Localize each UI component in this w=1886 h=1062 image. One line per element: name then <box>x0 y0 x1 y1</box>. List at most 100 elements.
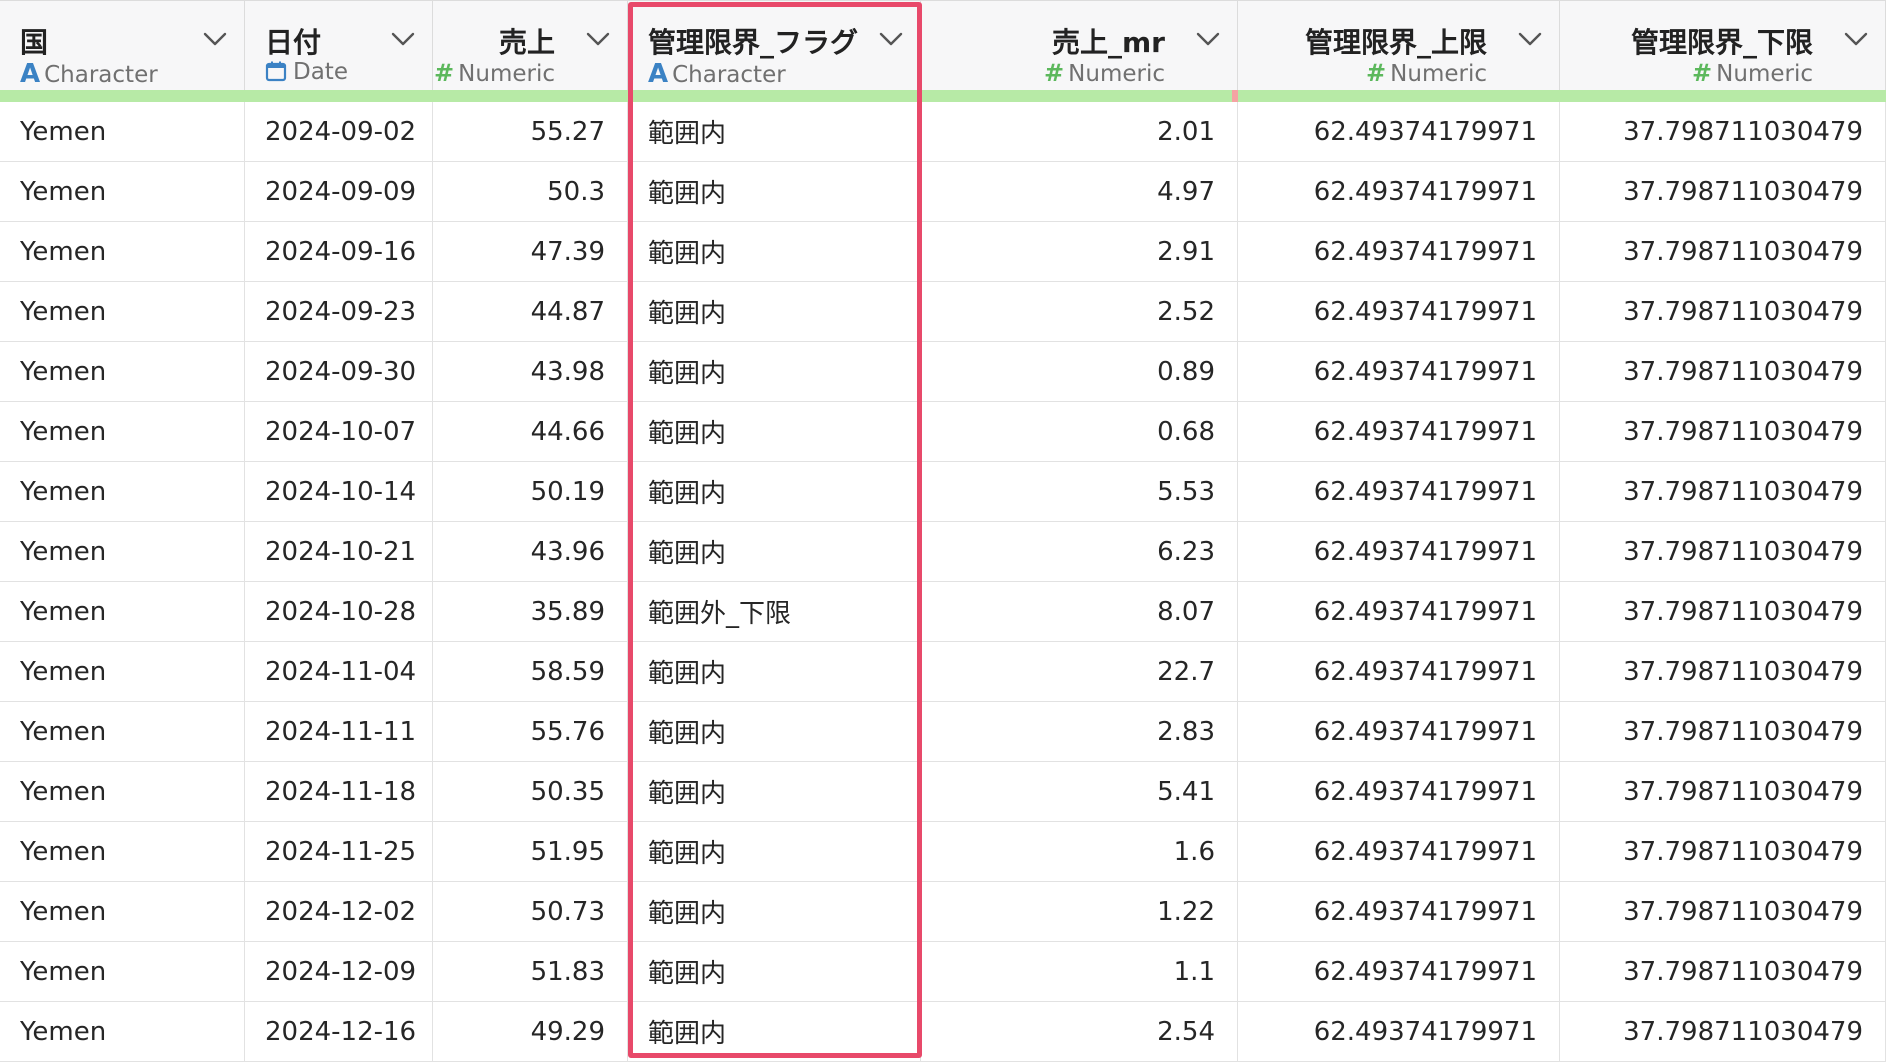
table-cell[interactable]: 37.798711030479 <box>1560 162 1886 221</box>
table-cell[interactable]: 2.52 <box>921 282 1238 341</box>
table-cell[interactable]: 2024-09-30 <box>245 342 433 401</box>
table-cell[interactable]: Yemen <box>0 642 245 701</box>
table-cell[interactable]: 37.798711030479 <box>1560 462 1886 521</box>
table-cell[interactable]: 0.68 <box>921 402 1238 461</box>
table-cell[interactable]: 範囲内 <box>628 822 921 881</box>
table-cell[interactable]: 範囲内 <box>628 882 921 941</box>
table-cell[interactable]: 2024-11-18 <box>245 762 433 821</box>
table-cell[interactable]: 37.798711030479 <box>1560 282 1886 341</box>
column-header-3[interactable]: 管理限界_フラグ A Character <box>628 1 921 90</box>
column-header-6[interactable]: 管理限界_下限 # Numeric <box>1560 1 1886 90</box>
table-cell[interactable]: Yemen <box>0 822 245 881</box>
table-cell[interactable]: 2024-09-02 <box>245 102 433 161</box>
chevron-down-icon[interactable] <box>585 29 611 49</box>
table-cell[interactable]: 5.53 <box>921 462 1238 521</box>
table-cell[interactable]: 62.49374179971 <box>1238 1002 1560 1061</box>
table-cell[interactable]: 50.73 <box>433 882 628 941</box>
table-cell[interactable]: Yemen <box>0 582 245 641</box>
table-cell[interactable]: Yemen <box>0 522 245 581</box>
table-cell[interactable]: Yemen <box>0 102 245 161</box>
table-cell[interactable]: 1.22 <box>921 882 1238 941</box>
table-cell[interactable]: Yemen <box>0 1002 245 1061</box>
table-cell[interactable]: 2024-10-21 <box>245 522 433 581</box>
table-cell[interactable]: 62.49374179971 <box>1238 102 1560 161</box>
table-cell[interactable]: 2024-11-25 <box>245 822 433 881</box>
table-cell[interactable]: 37.798711030479 <box>1560 582 1886 641</box>
table-cell[interactable]: 範囲内 <box>628 162 921 221</box>
table-cell[interactable]: 範囲外_下限 <box>628 582 921 641</box>
column-header-5[interactable]: 管理限界_上限 # Numeric <box>1238 1 1560 90</box>
table-cell[interactable]: 37.798711030479 <box>1560 822 1886 881</box>
table-cell[interactable]: 51.95 <box>433 822 628 881</box>
table-cell[interactable]: 範囲内 <box>628 342 921 401</box>
table-cell[interactable]: 2024-12-09 <box>245 942 433 1001</box>
table-cell[interactable]: 37.798711030479 <box>1560 642 1886 701</box>
table-cell[interactable]: 50.19 <box>433 462 628 521</box>
table-cell[interactable]: 範囲内 <box>628 402 921 461</box>
table-cell[interactable]: 62.49374179971 <box>1238 282 1560 341</box>
table-cell[interactable]: 44.87 <box>433 282 628 341</box>
table-cell[interactable]: 37.798711030479 <box>1560 882 1886 941</box>
table-cell[interactable]: 5.41 <box>921 762 1238 821</box>
table-cell[interactable]: 49.29 <box>433 1002 628 1061</box>
table-cell[interactable]: 62.49374179971 <box>1238 582 1560 641</box>
table-cell[interactable]: Yemen <box>0 702 245 761</box>
chevron-down-icon[interactable] <box>390 29 416 49</box>
table-cell[interactable]: 2024-12-16 <box>245 1002 433 1061</box>
table-cell[interactable]: 43.98 <box>433 342 628 401</box>
table-cell[interactable]: 範囲内 <box>628 222 921 281</box>
table-cell[interactable]: 37.798711030479 <box>1560 1002 1886 1061</box>
table-cell[interactable]: Yemen <box>0 282 245 341</box>
table-cell[interactable]: 2024-10-28 <box>245 582 433 641</box>
table-cell[interactable]: 37.798711030479 <box>1560 522 1886 581</box>
table-cell[interactable]: Yemen <box>0 402 245 461</box>
table-cell[interactable]: 62.49374179971 <box>1238 642 1560 701</box>
table-cell[interactable]: 22.7 <box>921 642 1238 701</box>
table-cell[interactable]: 2024-09-16 <box>245 222 433 281</box>
table-cell[interactable]: Yemen <box>0 942 245 1001</box>
table-cell[interactable]: 2024-12-02 <box>245 882 433 941</box>
table-cell[interactable]: 62.49374179971 <box>1238 822 1560 881</box>
table-cell[interactable]: 62.49374179971 <box>1238 942 1560 1001</box>
table-cell[interactable]: 2.83 <box>921 702 1238 761</box>
table-cell[interactable]: Yemen <box>0 882 245 941</box>
column-header-2[interactable]: 売上 # Numeric <box>433 1 628 90</box>
table-cell[interactable]: Yemen <box>0 762 245 821</box>
table-cell[interactable]: 62.49374179971 <box>1238 522 1560 581</box>
table-cell[interactable]: 範囲内 <box>628 282 921 341</box>
table-cell[interactable]: 2024-10-07 <box>245 402 433 461</box>
table-cell[interactable]: 37.798711030479 <box>1560 762 1886 821</box>
table-cell[interactable]: 範囲内 <box>628 762 921 821</box>
table-cell[interactable]: 35.89 <box>433 582 628 641</box>
table-cell[interactable]: 62.49374179971 <box>1238 342 1560 401</box>
table-cell[interactable]: 2024-11-11 <box>245 702 433 761</box>
table-cell[interactable]: 43.96 <box>433 522 628 581</box>
table-cell[interactable]: 範囲内 <box>628 102 921 161</box>
table-cell[interactable]: 51.83 <box>433 942 628 1001</box>
table-cell[interactable]: 8.07 <box>921 582 1238 641</box>
table-cell[interactable]: 0.89 <box>921 342 1238 401</box>
table-cell[interactable]: 37.798711030479 <box>1560 342 1886 401</box>
table-cell[interactable]: 6.23 <box>921 522 1238 581</box>
table-cell[interactable]: 範囲内 <box>628 1002 921 1061</box>
table-cell[interactable]: Yemen <box>0 162 245 221</box>
table-cell[interactable]: 37.798711030479 <box>1560 102 1886 161</box>
table-cell[interactable]: 55.76 <box>433 702 628 761</box>
table-cell[interactable]: 範囲内 <box>628 942 921 1001</box>
chevron-down-icon[interactable] <box>202 29 228 49</box>
table-cell[interactable]: 62.49374179971 <box>1238 222 1560 281</box>
table-cell[interactable]: 1.1 <box>921 942 1238 1001</box>
table-cell[interactable]: Yemen <box>0 342 245 401</box>
table-cell[interactable]: 37.798711030479 <box>1560 942 1886 1001</box>
table-cell[interactable]: 範囲内 <box>628 702 921 761</box>
table-cell[interactable]: 37.798711030479 <box>1560 702 1886 761</box>
chevron-down-icon[interactable] <box>1843 29 1869 49</box>
table-cell[interactable]: 範囲内 <box>628 522 921 581</box>
table-cell[interactable]: 4.97 <box>921 162 1238 221</box>
table-cell[interactable]: 58.59 <box>433 642 628 701</box>
chevron-down-icon[interactable] <box>1517 29 1543 49</box>
table-cell[interactable]: 55.27 <box>433 102 628 161</box>
chevron-down-icon[interactable] <box>878 29 904 49</box>
table-cell[interactable]: 2.91 <box>921 222 1238 281</box>
table-cell[interactable]: 範囲内 <box>628 642 921 701</box>
